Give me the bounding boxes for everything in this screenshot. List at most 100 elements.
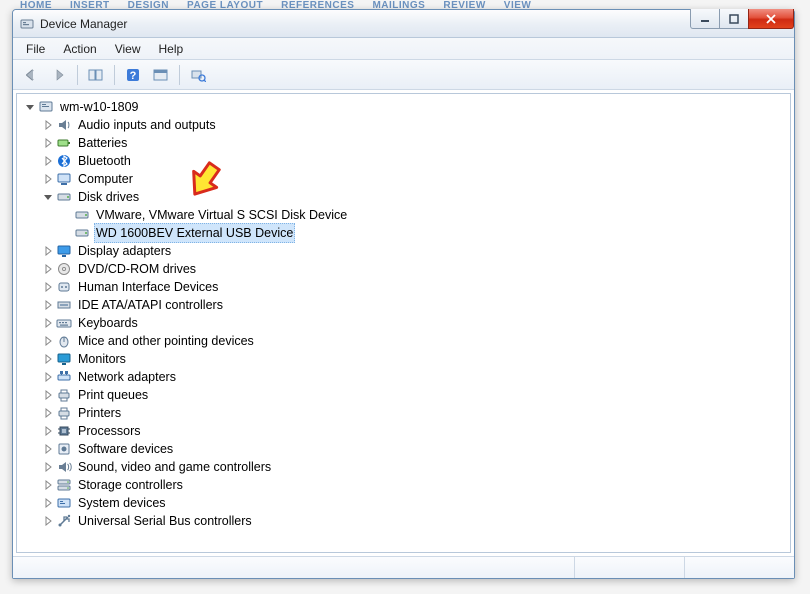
- tree-category-node[interactable]: Processors: [19, 422, 788, 440]
- usb-icon: [56, 513, 72, 529]
- cpu-icon: [56, 423, 72, 439]
- menubar: File Action View Help: [13, 38, 794, 60]
- tree-node-label: Network adapters: [76, 368, 178, 386]
- tree-node-label: DVD/CD-ROM drives: [76, 260, 198, 278]
- expander-icon[interactable]: [41, 118, 55, 132]
- expander-icon[interactable]: [41, 154, 55, 168]
- tree-category-node[interactable]: Sound, video and game controllers: [19, 458, 788, 476]
- tree-category-node[interactable]: Bluetooth: [19, 152, 788, 170]
- tree-node-label: WD 1600BEV External USB Device: [94, 223, 295, 243]
- expander-icon[interactable]: [41, 136, 55, 150]
- tree-category-node[interactable]: Print queues: [19, 386, 788, 404]
- expander-icon[interactable]: [41, 370, 55, 384]
- expander-icon[interactable]: [41, 262, 55, 276]
- expander-icon[interactable]: [41, 388, 55, 402]
- printer-icon: [56, 405, 72, 421]
- tree-category-node[interactable]: Human Interface Devices: [19, 278, 788, 296]
- menu-help[interactable]: Help: [150, 40, 193, 58]
- tree-category-node[interactable]: Universal Serial Bus controllers: [19, 512, 788, 530]
- tree-node-label: Display adapters: [76, 242, 173, 260]
- scan-hardware-button[interactable]: [186, 63, 210, 87]
- close-button[interactable]: [748, 9, 794, 29]
- tree-category-node[interactable]: IDE ATA/ATAPI controllers: [19, 296, 788, 314]
- tree-category-node[interactable]: Computer: [19, 170, 788, 188]
- tree-root-node[interactable]: wm-w10-1809: [19, 98, 788, 116]
- tree-node-label: Printers: [76, 404, 123, 422]
- back-button[interactable]: [19, 63, 43, 87]
- tree-node-label: Batteries: [76, 134, 129, 152]
- expander-icon[interactable]: [41, 298, 55, 312]
- tree-category-node[interactable]: Disk drives: [19, 188, 788, 206]
- expander-icon[interactable]: [41, 424, 55, 438]
- keyboard-icon: [56, 315, 72, 331]
- tree-category-node[interactable]: Storage controllers: [19, 476, 788, 494]
- toolbar: ?: [13, 60, 794, 90]
- tree-category-node[interactable]: Audio inputs and outputs: [19, 116, 788, 134]
- expander-icon[interactable]: [41, 190, 55, 204]
- tree-category-node[interactable]: Mice and other pointing devices: [19, 332, 788, 350]
- tree-category-node[interactable]: Keyboards: [19, 314, 788, 332]
- sound-icon: [56, 459, 72, 475]
- window-controls: [691, 9, 794, 29]
- tree-category-node[interactable]: Monitors: [19, 350, 788, 368]
- expander-icon[interactable]: [41, 442, 55, 456]
- disk-icon: [56, 189, 72, 205]
- device-tree: wm-w10-1809Audio inputs and outputsBatte…: [19, 98, 788, 530]
- system-icon: [56, 495, 72, 511]
- expander-icon[interactable]: [23, 100, 37, 114]
- tree-category-node[interactable]: Batteries: [19, 134, 788, 152]
- show-hide-console-button[interactable]: [84, 63, 108, 87]
- expander-icon[interactable]: [41, 352, 55, 366]
- computer-icon: [56, 171, 72, 187]
- tree-node-label: Monitors: [76, 350, 128, 368]
- storage-icon: [56, 477, 72, 493]
- help-button[interactable]: ?: [121, 63, 145, 87]
- background-ribbon: HOMEINSERTDESIGNPAGE LAYOUTREFERENCESMAI…: [0, 0, 810, 8]
- network-icon: [56, 369, 72, 385]
- tree-node-label: Sound, video and game controllers: [76, 458, 273, 476]
- svg-text:?: ?: [130, 70, 137, 82]
- expander-icon[interactable]: [41, 514, 55, 528]
- tree-content[interactable]: wm-w10-1809Audio inputs and outputsBatte…: [16, 93, 791, 553]
- tree-device-node[interactable]: WD 1600BEV External USB Device: [19, 224, 788, 242]
- tree-category-node[interactable]: DVD/CD-ROM drives: [19, 260, 788, 278]
- tree-category-node[interactable]: System devices: [19, 494, 788, 512]
- hid-icon: [56, 279, 72, 295]
- expander-icon[interactable]: [41, 244, 55, 258]
- expander-icon[interactable]: [59, 226, 73, 240]
- expander-icon[interactable]: [41, 334, 55, 348]
- mouse-icon: [56, 333, 72, 349]
- properties-button[interactable]: [149, 63, 173, 87]
- expander-icon[interactable]: [41, 316, 55, 330]
- expander-icon[interactable]: [59, 208, 73, 222]
- expander-icon[interactable]: [41, 280, 55, 294]
- expander-icon[interactable]: [41, 496, 55, 510]
- software-icon: [56, 441, 72, 457]
- expander-icon[interactable]: [41, 460, 55, 474]
- monitor-icon: [56, 351, 72, 367]
- expander-icon[interactable]: [41, 478, 55, 492]
- tree-category-node[interactable]: Display adapters: [19, 242, 788, 260]
- menu-file[interactable]: File: [17, 40, 54, 58]
- battery-icon: [56, 135, 72, 151]
- tree-node-label: Print queues: [76, 386, 150, 404]
- tree-category-node[interactable]: Software devices: [19, 440, 788, 458]
- menu-action[interactable]: Action: [54, 40, 105, 58]
- titlebar[interactable]: Device Manager: [13, 10, 794, 38]
- expander-icon[interactable]: [41, 172, 55, 186]
- forward-button[interactable]: [47, 63, 71, 87]
- minimize-button[interactable]: [690, 9, 720, 29]
- menu-view[interactable]: View: [106, 40, 150, 58]
- toolbar-separator: [77, 65, 78, 85]
- device-manager-window: Device Manager File Action View Help ? w…: [12, 9, 795, 579]
- tree-device-node[interactable]: VMware, VMware Virtual S SCSI Disk Devic…: [19, 206, 788, 224]
- tree-node-label: Audio inputs and outputs: [76, 116, 218, 134]
- expander-icon[interactable]: [41, 406, 55, 420]
- tree-node-label: IDE ATA/ATAPI controllers: [76, 296, 225, 314]
- tree-category-node[interactable]: Printers: [19, 404, 788, 422]
- tree-category-node[interactable]: Network adapters: [19, 368, 788, 386]
- disk-icon: [74, 207, 90, 223]
- maximize-button[interactable]: [719, 9, 749, 29]
- disk-icon: [74, 225, 90, 241]
- toolbar-separator: [179, 65, 180, 85]
